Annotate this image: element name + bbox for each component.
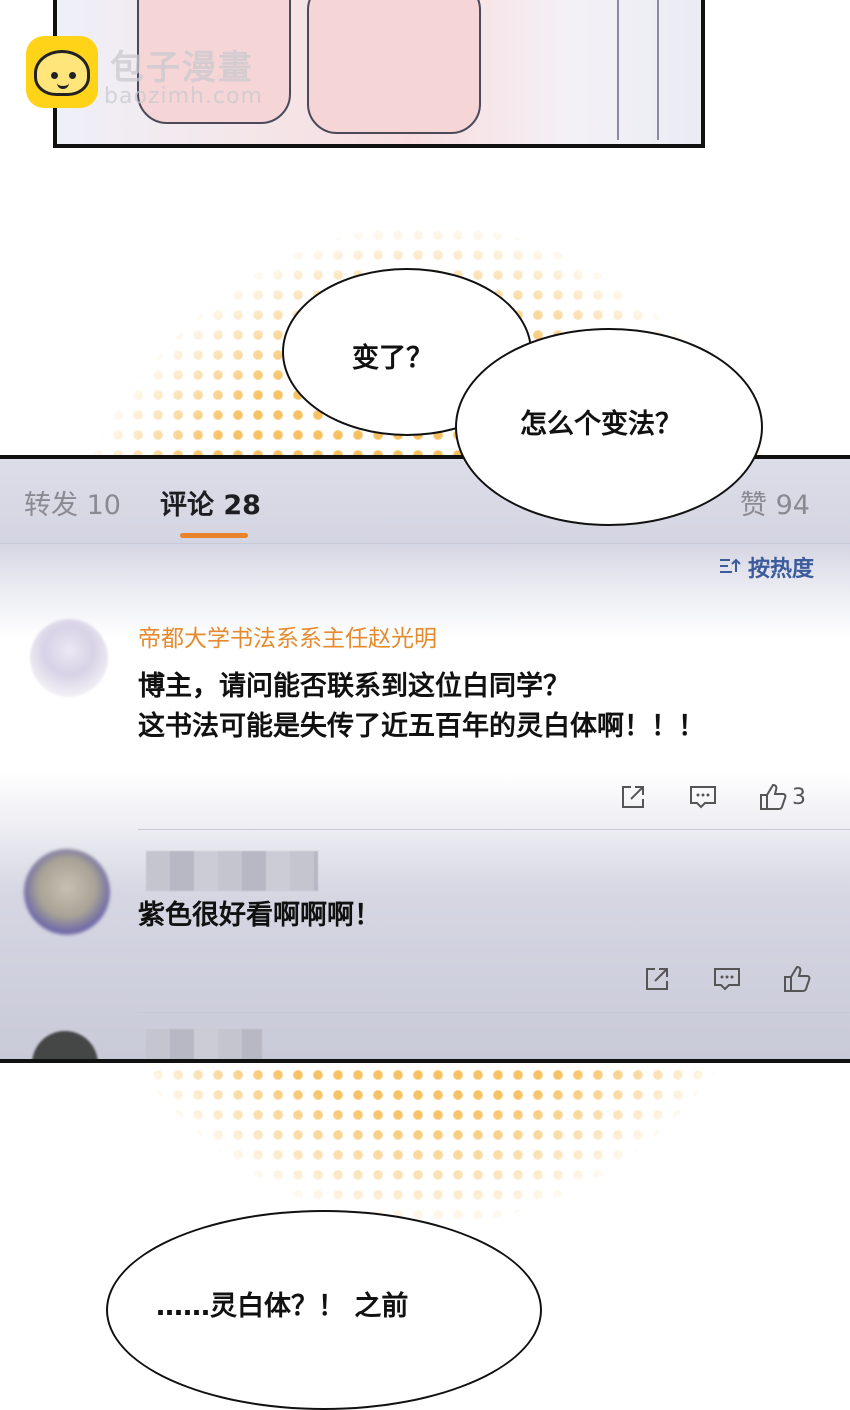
comment-username-blurred[interactable] xyxy=(146,851,318,891)
like-icon[interactable] xyxy=(758,782,788,812)
avatar[interactable] xyxy=(32,1031,98,1059)
tab-comments[interactable]: 评论 28 xyxy=(160,483,261,522)
avatar[interactable] xyxy=(24,849,110,935)
tab-likes[interactable]: 赞 94 xyxy=(740,483,810,522)
hand-right xyxy=(307,0,481,134)
sort-icon xyxy=(718,556,742,582)
comment-actions: 3 xyxy=(618,782,806,812)
comment-username-blurred[interactable] xyxy=(146,1029,262,1059)
share-icon[interactable] xyxy=(618,782,648,812)
site-logo-icon xyxy=(26,36,98,108)
tab-reposts[interactable]: 转发 10 xyxy=(24,483,121,522)
comment-text: 紫色很好看啊啊啊！ xyxy=(138,900,381,931)
like-icon[interactable] xyxy=(782,964,812,994)
comment-divider xyxy=(138,829,850,830)
watermark-site: baozimh.com xyxy=(104,84,263,109)
comment-username[interactable]: 帝都大学书法系系主任赵光明 xyxy=(138,619,437,653)
comment-actions xyxy=(642,964,812,994)
active-tab-indicator xyxy=(180,533,248,538)
bubble-text: 怎么个变法？ xyxy=(520,409,682,440)
comment-icon[interactable] xyxy=(712,964,742,994)
clothing-fold xyxy=(657,0,659,140)
sort-label: 按热度 xyxy=(747,557,814,582)
share-icon[interactable] xyxy=(642,964,672,994)
watermark-brand: 包子漫畫 xyxy=(110,48,254,88)
comments-panel: 转发 10 评论 28 赞 94 按热度 帝都大学书法系系主任赵光明 博主，请问… xyxy=(0,455,850,1063)
clothing-fold xyxy=(617,0,619,140)
like-count: 3 xyxy=(792,784,806,810)
bubble-text: 变了？ xyxy=(352,343,433,374)
bubble-text: ……灵白体？！ 之前 xyxy=(156,1291,409,1322)
comment-text: 博主，请问能否联系到这位白同学？ 这书法可能是失传了近五百年的灵白体啊！！！ xyxy=(138,671,705,742)
comment-icon[interactable] xyxy=(688,782,718,812)
tab-divider xyxy=(0,543,850,544)
sort-button[interactable]: 按热度 xyxy=(718,551,814,583)
comment-divider xyxy=(138,1012,850,1013)
avatar[interactable] xyxy=(30,619,108,697)
